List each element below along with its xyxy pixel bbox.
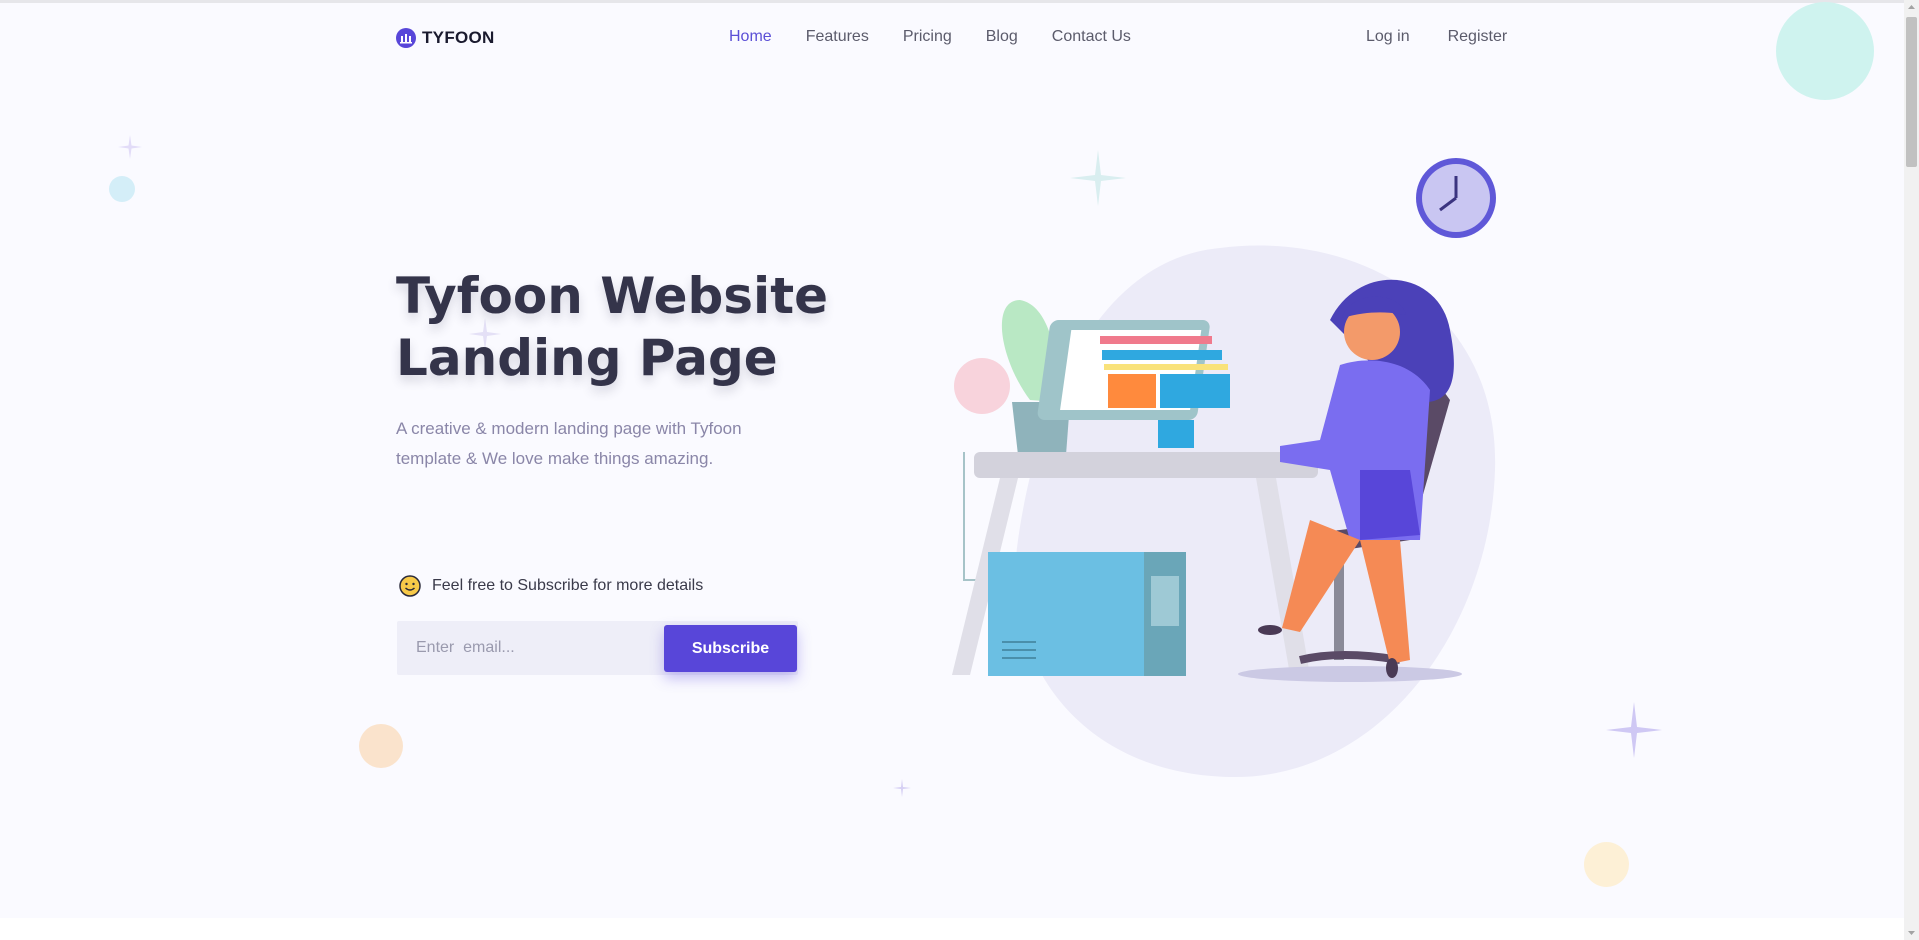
next-section-edge (0, 918, 1904, 940)
vertical-scrollbar[interactable] (1904, 0, 1919, 940)
email-input[interactable] (397, 621, 695, 675)
hero-subtitle: A creative & modern landing page with Ty… (396, 414, 796, 474)
subscribe-button[interactable]: Subscribe (664, 625, 797, 672)
scroll-down-arrow-icon[interactable] (1904, 925, 1919, 940)
top-border (0, 0, 1904, 3)
nav-item-features[interactable]: Features (806, 26, 869, 48)
hero-title-line1: Tyfoon Website (396, 267, 829, 325)
subscribe-form: Subscribe (397, 621, 798, 675)
scrollbar-thumb[interactable] (1906, 17, 1917, 167)
hero-subtitle-line2: template & We love make things amazing. (396, 449, 714, 468)
brand-logo[interactable]: TYFOON (396, 26, 495, 50)
decor-circle-teal (1776, 2, 1874, 100)
hero-subtitle-line1: A creative & modern landing page with Ty… (396, 419, 742, 438)
subscribe-note: Feel free to Subscribe for more details (398, 574, 703, 598)
scroll-up-arrow-icon[interactable] (1904, 0, 1919, 15)
nav-item-blog[interactable]: Blog (986, 26, 1018, 48)
decor-circle-peach (359, 724, 403, 768)
wall-clock-icon (1416, 158, 1496, 238)
decor-circle-yellow (1584, 842, 1629, 887)
auth-links: Log in Register (1366, 26, 1507, 48)
subscribe-note-text: Feel free to Subscribe for more details (432, 577, 704, 594)
brand-name: TYFOON (422, 28, 495, 47)
nav-item-pricing[interactable]: Pricing (903, 26, 952, 48)
building-logo-icon (396, 28, 416, 48)
woman-at-desk-illustration (952, 158, 1496, 778)
hero-title: Tyfoon Website Landing Page (396, 265, 876, 389)
nav-item-home[interactable]: Home (729, 26, 772, 48)
hero-title-line2: Landing Page (396, 329, 778, 387)
nav-item-contact-us[interactable]: Contact Us (1052, 26, 1131, 48)
register-link[interactable]: Register (1448, 26, 1508, 48)
emoji-smile-icon (399, 575, 421, 597)
sparkle-icon (118, 135, 142, 159)
main-nav: Home Features Pricing Blog Contact Us (729, 26, 1165, 48)
decor-circle-lightblue (109, 176, 135, 202)
sparkle-icon (893, 779, 911, 797)
login-link[interactable]: Log in (1366, 26, 1410, 48)
sparkle-icon (1606, 702, 1662, 758)
